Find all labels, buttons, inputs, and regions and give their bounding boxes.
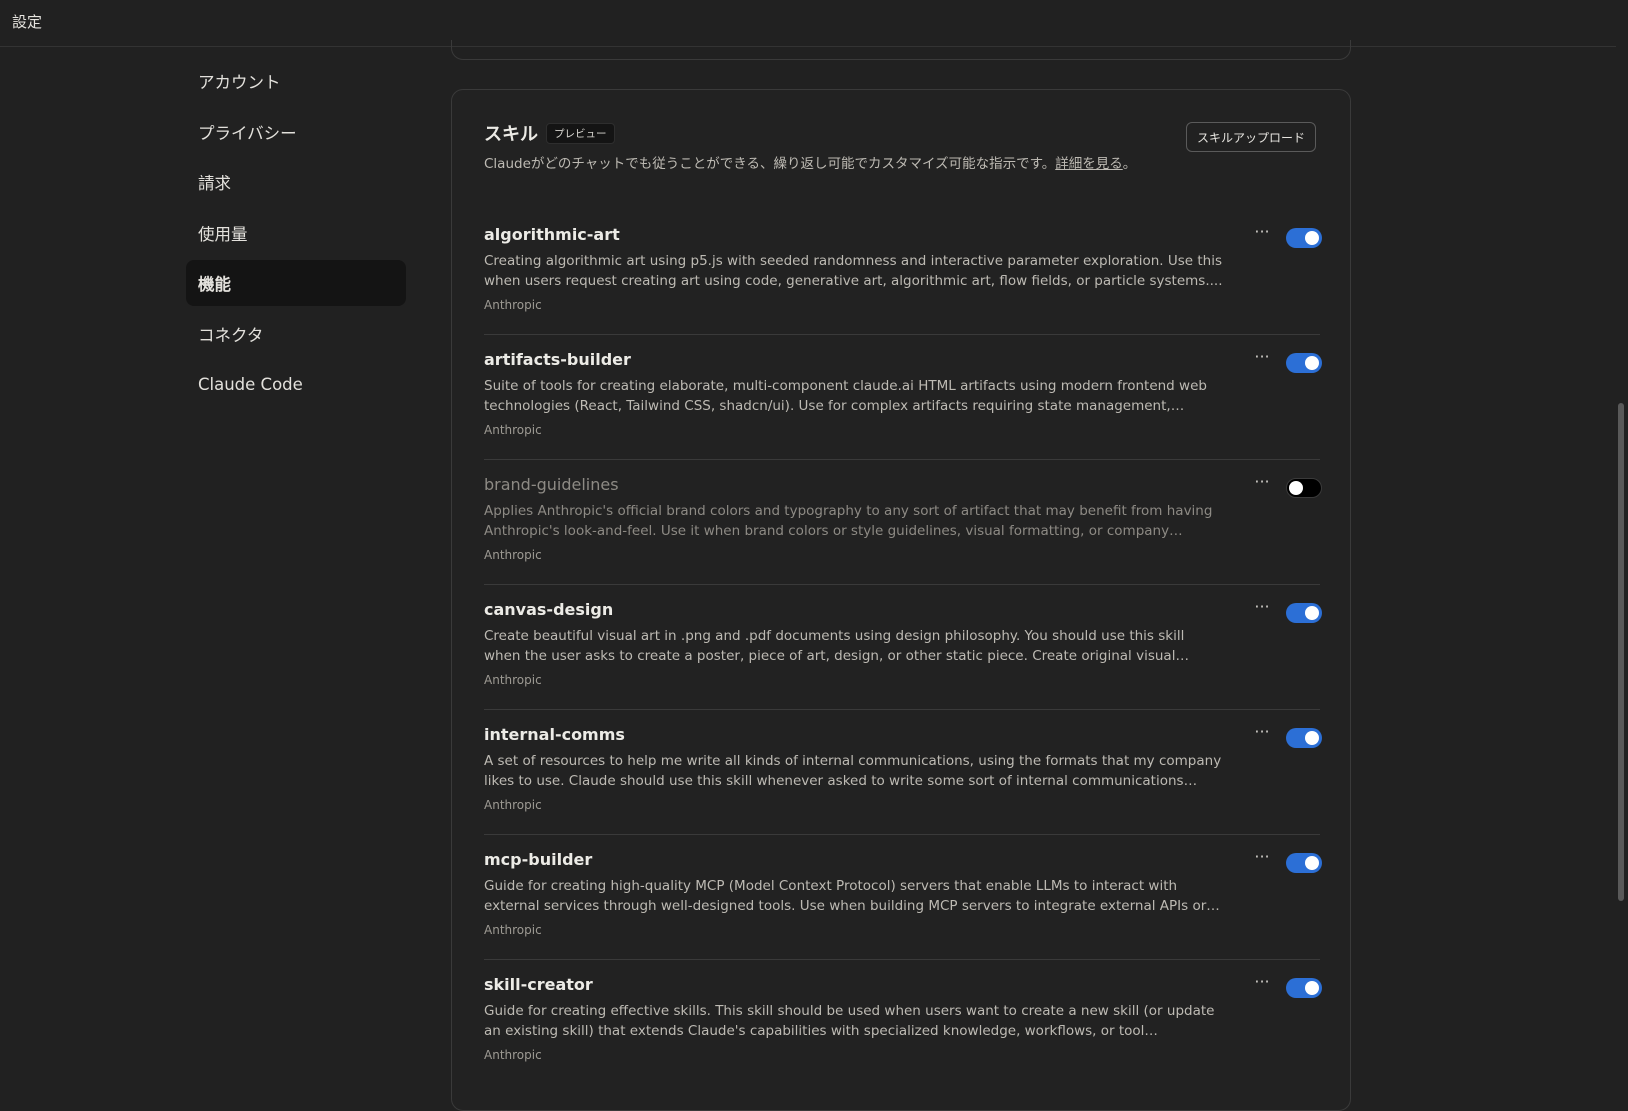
ellipsis-icon[interactable]: ···	[1250, 849, 1274, 869]
sidebar-item-privacy[interactable]: プライバシー	[186, 109, 406, 155]
ellipsis-icon[interactable]: ···	[1250, 224, 1274, 244]
skill-author: Anthropic	[484, 423, 542, 437]
settings-sidebar: アカウント プライバシー 請求 使用量 機能 コネクタ Claude Code	[186, 58, 406, 412]
skill-name: artifacts-builder	[484, 350, 631, 369]
scrollbar-thumb[interactable]	[1618, 403, 1624, 901]
sidebar-item-label: プライバシー	[198, 123, 297, 143]
skill-description: Applies Anthropic's official brand color…	[484, 503, 1213, 539]
skill-toggle[interactable]	[1286, 603, 1322, 623]
preview-badge: プレビュー	[546, 122, 615, 144]
sidebar-item-usage[interactable]: 使用量	[186, 210, 406, 256]
skill-toggle[interactable]	[1286, 853, 1322, 873]
skill-item: mcp-builder Guide for creating high-qual…	[484, 835, 1322, 960]
skill-author: Anthropic	[484, 548, 542, 562]
ellipsis-icon[interactable]: ···	[1250, 474, 1274, 494]
skill-description: Creating algorithmic art using p5.js wit…	[484, 253, 1223, 289]
skill-list: algorithmic-art Creating algorithmic art…	[484, 210, 1322, 1084]
skill-name: mcp-builder	[484, 850, 593, 869]
skill-author: Anthropic	[484, 923, 542, 937]
skill-toggle[interactable]	[1286, 478, 1322, 498]
sidebar-item-label: コネクタ	[198, 325, 264, 345]
sidebar-item-connectors[interactable]: コネクタ	[186, 311, 406, 357]
ellipsis-icon[interactable]: ···	[1250, 349, 1274, 369]
skill-author: Anthropic	[484, 298, 542, 312]
sidebar-item-features[interactable]: 機能	[186, 260, 406, 306]
sidebar-item-label: Claude Code	[198, 374, 303, 394]
skill-description: Create beautiful visual art in .png and …	[484, 628, 1185, 664]
toggle-knob	[1305, 356, 1319, 370]
sidebar-item-label: 請求	[198, 174, 231, 193]
toggle-knob	[1305, 731, 1319, 745]
ellipsis-icon[interactable]: ···	[1250, 974, 1274, 994]
sidebar-item-label: アカウント	[198, 73, 281, 92]
sidebar-item-account[interactable]: アカウント	[186, 58, 406, 104]
ellipsis-icon[interactable]: ···	[1250, 724, 1274, 744]
toggle-knob	[1305, 606, 1319, 620]
skill-name: canvas-design	[484, 600, 614, 619]
skill-toggle[interactable]	[1286, 353, 1322, 373]
skill-name: brand-guidelines	[484, 475, 619, 494]
skill-name: internal-comms	[484, 725, 625, 744]
skill-item: algorithmic-art Creating algorithmic art…	[484, 210, 1322, 335]
skill-toggle[interactable]	[1286, 978, 1322, 998]
learn-more-link[interactable]: 詳細を見る	[1055, 156, 1123, 172]
toggle-knob	[1305, 856, 1319, 870]
skill-item: artifacts-builder Suite of tools for cre…	[484, 335, 1322, 460]
learn-more-suffix: 。	[1122, 156, 1137, 172]
skill-name: skill-creator	[484, 975, 593, 994]
previous-card-bottom	[451, 40, 1351, 60]
skill-description: Guide for creating high-quality MCP (Mod…	[484, 878, 1207, 914]
toggle-knob	[1305, 231, 1319, 245]
skill-item: internal-comms A set of resources to hel…	[484, 710, 1322, 835]
sidebar-item-billing[interactable]: 請求	[186, 159, 406, 205]
skill-item: skill-creator Guide for creating effecti…	[484, 960, 1322, 1084]
skill-toggle[interactable]	[1286, 228, 1322, 248]
skill-name: algorithmic-art	[484, 225, 620, 244]
skill-author: Anthropic	[484, 1048, 542, 1062]
skill-item: canvas-design Create beautiful visual ar…	[484, 585, 1322, 710]
skill-description: Guide for creating effective skills. Thi…	[484, 1003, 1215, 1039]
skill-author: Anthropic	[484, 798, 542, 812]
toggle-knob	[1305, 981, 1319, 995]
sidebar-item-label: 使用量	[198, 224, 248, 244]
skills-title: スキル	[484, 124, 538, 145]
ellipsis-icon[interactable]: ···	[1250, 599, 1274, 619]
skills-description: Claudeがどのチャットでも従うことができる、繰り返し可能でカスタマイズ可能な…	[484, 154, 1144, 174]
skill-description: Suite of tools for creating elaborate, m…	[484, 378, 1207, 414]
toggle-knob	[1289, 481, 1303, 495]
sidebar-item-label: 機能	[198, 275, 231, 294]
skills-description-text: Claudeがどのチャットでも従うことができる、繰り返し可能でカスタマイズ可能な…	[484, 156, 1056, 172]
skill-item: brand-guidelines Applies Anthropic's off…	[484, 460, 1322, 585]
page-title: 設定	[12, 13, 43, 31]
skill-toggle[interactable]	[1286, 728, 1322, 748]
sidebar-item-claude-code[interactable]: Claude Code	[186, 361, 406, 407]
upload-skill-button[interactable]: スキルアップロード	[1186, 122, 1316, 152]
skill-author: Anthropic	[484, 673, 542, 687]
skills-card: スキル プレビュー Claudeがどのチャットでも従うことができる、繰り返し可能で…	[451, 89, 1351, 1111]
skill-description: A set of resources to help me write all …	[484, 753, 1222, 789]
